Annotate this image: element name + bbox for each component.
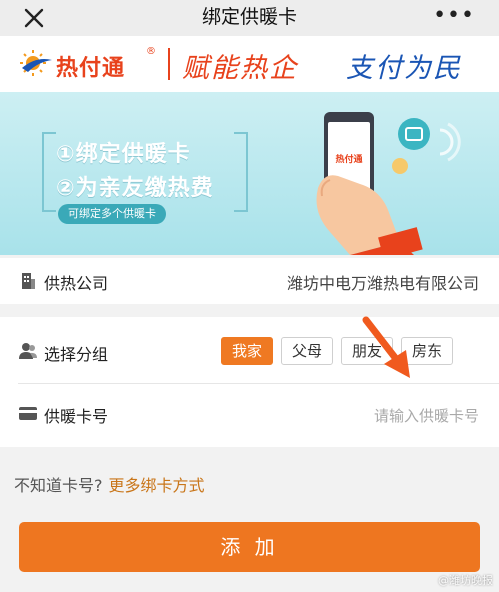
- help-row: 不知道卡号? 更多绑卡方式: [14, 472, 205, 496]
- brand-slogan-left: 赋能热企: [182, 53, 298, 84]
- card-number-input[interactable]: 请输入供暖卡号: [374, 405, 479, 426]
- sun-logo-icon: [20, 50, 52, 76]
- users-icon: [19, 343, 37, 359]
- watermark: @潍坊晚报: [438, 574, 493, 587]
- help-question: 不知道卡号?: [14, 476, 103, 495]
- building-icon: [22, 273, 35, 289]
- registered-mark: ®: [146, 46, 156, 57]
- more-bind-methods-link[interactable]: 更多绑卡方式: [109, 476, 205, 495]
- group-chip-list: 我家 父母 朋友 房东: [221, 337, 454, 365]
- form-divider: [18, 383, 499, 384]
- banner-step-2: ②为亲友缴热费: [56, 176, 214, 201]
- group-label: 选择分组: [44, 345, 109, 364]
- banner-step-1: ①绑定供暖卡: [56, 142, 191, 167]
- company-label: 供热公司: [44, 274, 109, 293]
- add-button[interactable]: 添 加: [19, 522, 480, 572]
- brand-divider: [168, 48, 170, 80]
- brand-slogan-right: 支付为民: [346, 53, 462, 84]
- promo-banner: ①绑定供暖卡 ②为亲友缴热费 可绑定多个供暖卡 热付通: [0, 92, 499, 255]
- form-card: 选择分组 我家 父母 朋友 房东 供暖卡号 请输入供暖卡号: [0, 317, 499, 447]
- phone-screen-logo: 热付通: [335, 153, 362, 165]
- group-chip-parents[interactable]: 父母: [281, 337, 334, 365]
- brand-logo-text: 热付通: [56, 56, 126, 81]
- banner-bracket-left: [42, 132, 56, 212]
- banner-bracket-right: [234, 132, 248, 212]
- red-arrow-annotation: [362, 316, 410, 378]
- title-bar: 绑定供暖卡 •••: [0, 0, 499, 36]
- banner-pill: 可绑定多个供暖卡: [58, 204, 166, 224]
- group-chip-mine[interactable]: 我家: [221, 337, 274, 365]
- company-row[interactable]: 供热公司 潍坊中电万潍热电有限公司: [0, 258, 499, 304]
- more-menu-icon[interactable]: •••: [433, 5, 475, 27]
- card-number-label: 供暖卡号: [44, 407, 109, 426]
- company-value: 潍坊中电万潍热电有限公司: [286, 274, 479, 293]
- page-title: 绑定供暖卡: [201, 6, 297, 28]
- brand-header: 热付通 ® 赋能热企 支付为民: [0, 36, 499, 92]
- hand-phone-illustration: 热付通: [316, 112, 461, 255]
- page: 绑定供暖卡 ••• 热付通 ® 赋能热企 支付为民 ①绑定供暖卡 ②为亲友缴热费…: [0, 0, 499, 592]
- card-icon: [19, 407, 37, 420]
